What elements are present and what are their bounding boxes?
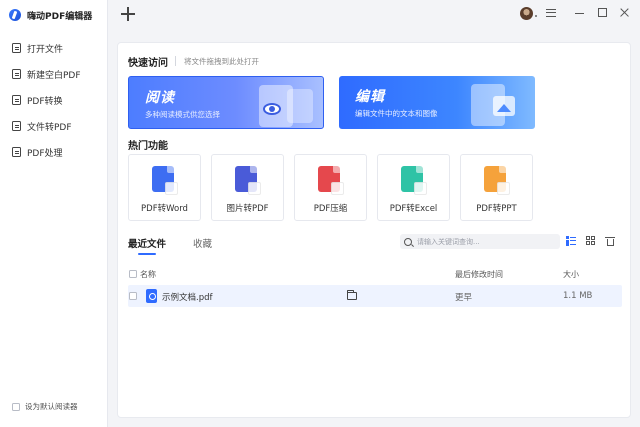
active-tab-indicator: [138, 253, 156, 255]
pdf-file-icon: [146, 289, 157, 303]
tool-pdf-to-ppt[interactable]: PDF转PPT: [460, 154, 533, 221]
edit-banner-title: 编辑: [355, 89, 385, 105]
pdf-process-icon: [12, 147, 21, 157]
quick-access-divider: [175, 56, 176, 66]
file-size: 1.1 MB: [563, 291, 593, 301]
avatar-dropdown-dot-icon: [535, 15, 537, 17]
window-maximize-button[interactable]: [598, 8, 607, 17]
open-file-icon: [12, 43, 21, 53]
pdf-compress-icon: [318, 166, 344, 195]
grid-view-button[interactable]: [586, 236, 596, 246]
tab-favorites[interactable]: 收藏: [193, 236, 212, 250]
pdf-to-word-icon: [152, 166, 178, 195]
sidebar-item-pdf-process[interactable]: PDF处理: [0, 139, 108, 165]
tool-label: PDF转PPT: [476, 204, 517, 214]
read-banner-title: 阅读: [145, 90, 175, 106]
edit-banner-subtitle: 编辑文件中的文本和图像: [355, 109, 438, 118]
app-title: 嗨动PDF编辑器: [27, 11, 93, 22]
default-reader-label: 设为默认阅读器: [25, 402, 78, 411]
sidebar-item-pdf-convert[interactable]: PDF转换: [0, 87, 108, 113]
hot-features-title: 热门功能: [128, 141, 168, 152]
pdf-to-excel-icon: [401, 166, 427, 195]
pdf-convert-icon: [12, 95, 21, 105]
image-icon: [493, 96, 515, 116]
sidebar-nav: 打开文件 新建空白PDF PDF转换 文件转PDF PDF处理: [0, 35, 108, 165]
new-pdf-icon: [12, 69, 21, 79]
read-banner-subtitle: 多种阅读模式供您选择: [145, 110, 220, 119]
new-tab-plus-button[interactable]: [120, 6, 136, 22]
image-to-pdf-icon: [235, 166, 261, 195]
default-reader-option[interactable]: 设为默认阅读器: [12, 401, 78, 412]
sidebar-item-label: 文件转PDF: [27, 122, 72, 133]
sidebar-item-open-file[interactable]: 打开文件: [0, 35, 108, 61]
tool-pdf-to-excel[interactable]: PDF转Excel: [377, 154, 450, 221]
search-icon: [404, 237, 412, 246]
tab-recent-files[interactable]: 最近文件: [128, 236, 166, 250]
user-avatar[interactable]: [520, 7, 533, 20]
file-to-pdf-icon: [12, 121, 21, 131]
file-table-header: 名称 最后修改时间 大小: [128, 268, 622, 280]
table-row[interactable]: 示例文档.pdf 更早 1.1 MB: [128, 285, 622, 307]
sidebar-item-new-blank-pdf[interactable]: 新建空白PDF: [0, 61, 108, 87]
search-input[interactable]: [417, 237, 557, 246]
read-banner-button[interactable]: 阅读 多种阅读模式供您选择: [128, 76, 324, 129]
window-minimize-button[interactable]: [575, 13, 584, 15]
select-all-checkbox[interactable]: [129, 270, 137, 278]
edit-banner-button[interactable]: 编辑 编辑文件中的文本和图像: [339, 76, 535, 129]
file-modified: 更早: [455, 293, 473, 303]
file-name: 示例文档.pdf: [162, 293, 213, 303]
trash-icon[interactable]: [605, 236, 615, 246]
tool-label: PDF转Word: [141, 204, 188, 214]
quick-access-title: 快速访问: [128, 58, 168, 69]
sidebar-item-label: PDF转换: [27, 96, 63, 107]
column-size-header[interactable]: 大小: [563, 269, 579, 280]
open-folder-icon[interactable]: [347, 290, 357, 300]
column-modified-header[interactable]: 最后修改时间: [455, 269, 503, 280]
column-name-header[interactable]: 名称: [140, 269, 156, 280]
menu-hamburger-icon[interactable]: [546, 9, 556, 17]
title-bar: [108, 0, 640, 30]
default-reader-checkbox[interactable]: [12, 402, 20, 411]
search-box: [400, 234, 560, 249]
list-view-button[interactable]: [566, 236, 576, 246]
app-header: 嗨动PDF编辑器: [0, 0, 108, 30]
eye-icon: [263, 103, 281, 115]
pdf-to-ppt-icon: [484, 166, 510, 195]
tool-pdf-to-word[interactable]: PDF转Word: [128, 154, 201, 221]
app-logo-icon: [9, 9, 21, 21]
tool-pdf-compress[interactable]: PDF压缩: [294, 154, 367, 221]
tool-image-to-pdf[interactable]: 图片转PDF: [211, 154, 284, 221]
tool-label: PDF转Excel: [389, 204, 438, 214]
main-panel: 快速访问 将文件拖拽到此处打开 阅读 多种阅读模式供您选择 编辑 编辑文件中的文…: [117, 42, 631, 418]
tool-label: PDF压缩: [313, 204, 348, 214]
document-illustration-icon: [287, 89, 313, 123]
tool-label: 图片转PDF: [226, 204, 269, 214]
window-close-button[interactable]: [619, 7, 630, 18]
sidebar-item-label: 打开文件: [27, 44, 64, 55]
quick-access-hint: 将文件拖拽到此处打开: [184, 57, 259, 66]
sidebar-item-label: 新建空白PDF: [27, 70, 81, 81]
sidebar-item-label: PDF处理: [27, 148, 63, 159]
row-checkbox[interactable]: [129, 292, 137, 300]
sidebar-item-file-to-pdf[interactable]: 文件转PDF: [0, 113, 108, 139]
sidebar: 嗨动PDF编辑器 打开文件 新建空白PDF PDF转换 文件转PDF PDF处理…: [0, 0, 108, 427]
hot-features-grid: PDF转Word 图片转PDF PDF压缩 PDF转Excel PDF转PPT: [128, 154, 533, 221]
